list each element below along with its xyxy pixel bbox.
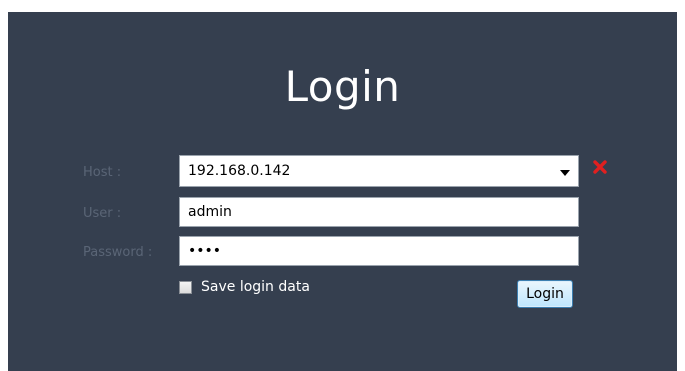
chevron-down-icon[interactable]: [560, 170, 570, 176]
host-value: 192.168.0.142: [188, 163, 291, 179]
user-input[interactable]: [179, 197, 579, 227]
password-input[interactable]: [179, 236, 579, 266]
host-label: Host :: [83, 165, 122, 180]
save-login-checkbox[interactable]: [179, 280, 192, 294]
save-login-label[interactable]: Save login data: [201, 279, 310, 295]
user-label: User :: [83, 206, 122, 221]
page-title: Login: [284, 62, 401, 111]
host-select[interactable]: 192.168.0.142: [179, 155, 579, 187]
login-panel: Login Host : 192.168.0.142 User : Passwo…: [8, 12, 677, 371]
save-login-checkbox-row[interactable]: Save login data: [179, 278, 310, 296]
login-button[interactable]: Login: [517, 280, 573, 308]
password-label: Password :: [83, 245, 153, 260]
close-icon[interactable]: [593, 160, 607, 174]
